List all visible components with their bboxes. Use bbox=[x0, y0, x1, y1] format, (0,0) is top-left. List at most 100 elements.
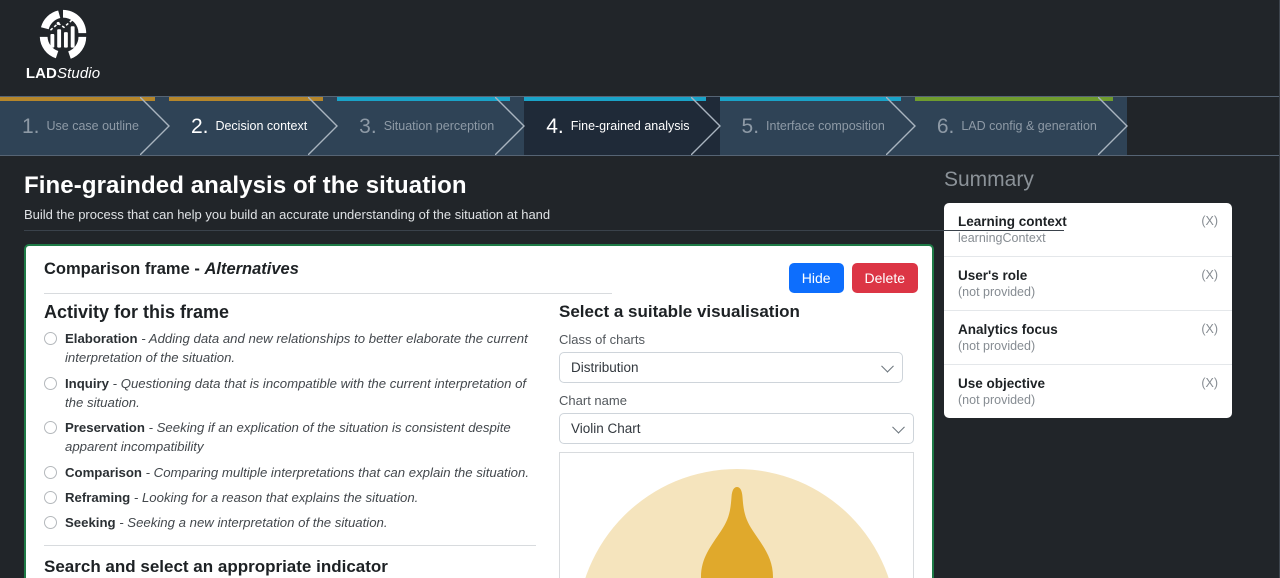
summary-row-key: User's role bbox=[958, 268, 1028, 283]
step-progress-bar bbox=[719, 97, 901, 101]
activity-option[interactable]: Reframing - Looking for a reason that ex… bbox=[44, 488, 539, 507]
step-progress-bar bbox=[0, 97, 155, 101]
visualisation-heading: Select a suitable visualisation bbox=[559, 302, 800, 321]
wizard-step-3[interactable]: 3. Situation perception bbox=[337, 97, 526, 155]
step-number: 1. bbox=[22, 114, 40, 138]
frame-title-prefix: Comparison frame - bbox=[44, 260, 205, 278]
indicator-heading: Search and select an appropriate indicat… bbox=[44, 557, 388, 577]
frame-divider bbox=[44, 293, 612, 294]
summary-row: User's role (not provided) (X) bbox=[944, 257, 1232, 311]
activity-option-desc: - Questioning data that is incompatible … bbox=[65, 375, 527, 410]
analytics-donut-logo-icon bbox=[39, 9, 87, 59]
chart-name-label: Chart name bbox=[559, 393, 627, 408]
summary-row: Analytics focus (not provided) (X) bbox=[944, 311, 1232, 365]
step-label: Use case outline bbox=[46, 119, 139, 133]
activity-option-name: Reframing bbox=[65, 489, 131, 505]
activity-option[interactable]: Preservation - Seeking if an explication… bbox=[44, 418, 539, 457]
radio-icon[interactable] bbox=[44, 490, 57, 504]
frame-actions: Hide Delete bbox=[788, 263, 918, 294]
activity-option-text: Comparison - Comparing multiple interpre… bbox=[65, 463, 529, 482]
summary-row-value: learningContext bbox=[958, 231, 1046, 245]
activity-option[interactable]: Seeking - Seeking a new interpretation o… bbox=[44, 513, 539, 532]
comparison-frame-card: Comparison frame - Alternatives Hide Del… bbox=[24, 244, 934, 578]
wizard-step-1[interactable]: 1. Use case outline bbox=[0, 97, 170, 155]
wizard-step-nav: 1. Use case outline 2. Decision context 3. Si… bbox=[0, 96, 1280, 156]
summary-row-remove-button[interactable]: (X) bbox=[1201, 376, 1218, 390]
chart-name-value: Violin Chart bbox=[571, 421, 641, 436]
brand-bar: LADStudio bbox=[0, 0, 1280, 96]
brand-name-secondary: Studio bbox=[57, 65, 101, 82]
activity-column: Activity for this frame Elaboration - Ad… bbox=[44, 294, 549, 578]
activity-option-text: Inquiry - Questioning data that is incom… bbox=[65, 374, 539, 413]
class-of-charts-label: Class of charts bbox=[559, 332, 645, 347]
summary-row-remove-button[interactable]: (X) bbox=[1201, 268, 1218, 282]
activity-divider bbox=[44, 545, 536, 547]
step-nav-filler bbox=[1126, 97, 1280, 155]
radio-icon[interactable] bbox=[44, 376, 57, 390]
activity-option-name: Comparison bbox=[65, 464, 142, 480]
summary-row-key: Use objective bbox=[958, 376, 1046, 391]
step-chevron-icon bbox=[1097, 97, 1128, 155]
step-label: Fine-grained analysis bbox=[570, 119, 690, 133]
step-number: 5. bbox=[741, 114, 760, 138]
activity-option-desc: - Looking for a reason that explains the… bbox=[133, 489, 419, 505]
activity-option-name: Elaboration bbox=[65, 331, 138, 346]
step-progress-bar bbox=[168, 97, 324, 101]
brand-name: LADStudio bbox=[26, 65, 100, 82]
step-chevron-icon bbox=[495, 97, 526, 155]
visualisation-column: Select a suitable visualisation Class of… bbox=[549, 294, 914, 578]
activity-option-desc: - Seeking a new interpretation of the si… bbox=[119, 515, 388, 531]
frame-title-emphasis: Alternatives bbox=[204, 260, 299, 278]
step-label: Situation perception bbox=[383, 119, 495, 133]
activity-option[interactable]: Elaboration - Adding data and new relati… bbox=[44, 329, 539, 368]
chart-name-select[interactable]: Violin Chart bbox=[559, 413, 914, 444]
chart-preview bbox=[559, 452, 914, 578]
summary-title: Summary bbox=[944, 168, 1034, 191]
activity-option[interactable]: Comparison - Comparing multiple interpre… bbox=[44, 463, 539, 482]
class-of-charts-select[interactable]: Distribution bbox=[559, 352, 904, 383]
radio-icon[interactable] bbox=[44, 421, 57, 435]
step-chevron-icon bbox=[885, 97, 916, 155]
wizard-step-6[interactable]: 6. LAD config & generation bbox=[914, 97, 1128, 155]
radio-icon[interactable] bbox=[44, 465, 57, 479]
wizard-step-2[interactable]: 2. Decision context bbox=[168, 97, 339, 155]
page-title: Fine-grainded analysis of the situation bbox=[24, 172, 467, 199]
hide-button[interactable]: Hide bbox=[788, 263, 844, 294]
wizard-step-4[interactable]: 4. Fine-grained analysis bbox=[524, 97, 721, 155]
activity-option-text: Seeking - Seeking a new interpretation o… bbox=[65, 513, 388, 532]
step-chevron-icon bbox=[690, 97, 721, 155]
radio-icon[interactable] bbox=[44, 332, 57, 345]
step-number: 3. bbox=[359, 114, 377, 138]
summary-row-value: (not provided) bbox=[958, 285, 1036, 299]
activity-option-name: Seeking bbox=[65, 515, 116, 531]
step-chevron-icon bbox=[139, 97, 170, 155]
summary-row-value: (not provided) bbox=[958, 339, 1036, 353]
summary-row-key: Learning context bbox=[958, 214, 1067, 229]
activity-option[interactable]: Inquiry - Questioning data that is incom… bbox=[44, 374, 539, 413]
activity-option-desc: - Comparing multiple interpretations tha… bbox=[145, 464, 529, 480]
summary-row-remove-button[interactable]: (X) bbox=[1201, 214, 1218, 228]
step-progress-bar bbox=[914, 97, 1113, 101]
summary-row-key: Analytics focus bbox=[958, 322, 1058, 337]
radio-icon[interactable] bbox=[44, 516, 57, 530]
summary-row: Use objective (not provided) (X) bbox=[944, 365, 1232, 418]
delete-button[interactable]: Delete bbox=[851, 263, 918, 294]
page-subtitle: Build the process that can help you buil… bbox=[24, 207, 1064, 231]
summary-row: Learning context learningContext (X) bbox=[944, 203, 1232, 257]
summary-card: Learning context learningContext (X) User's… bbox=[944, 203, 1232, 418]
chevron-down-icon bbox=[892, 420, 905, 434]
app-logo[interactable]: LADStudio bbox=[24, 6, 102, 82]
summary-row-value: (not provided) bbox=[958, 393, 1036, 407]
summary-row-remove-button[interactable]: (X) bbox=[1201, 322, 1218, 336]
step-chevron-icon bbox=[308, 97, 339, 155]
frame-header: Comparison frame - Alternatives Hide Del… bbox=[26, 246, 932, 294]
step-label: LAD config & generation bbox=[961, 119, 1097, 133]
wizard-step-5[interactable]: 5. Interface composition bbox=[719, 97, 916, 155]
step-label: Decision context bbox=[215, 119, 308, 133]
activity-option-text: Preservation - Seeking if an explication… bbox=[65, 418, 539, 457]
frame-title: Comparison frame - Alternatives bbox=[44, 260, 914, 279]
step-number: 6. bbox=[936, 114, 955, 138]
main-column: Fine-grainded analysis of the situation … bbox=[0, 156, 1064, 578]
activity-option-name: Preservation bbox=[65, 420, 145, 436]
activity-option-text: Elaboration - Adding data and new relati… bbox=[65, 329, 539, 368]
